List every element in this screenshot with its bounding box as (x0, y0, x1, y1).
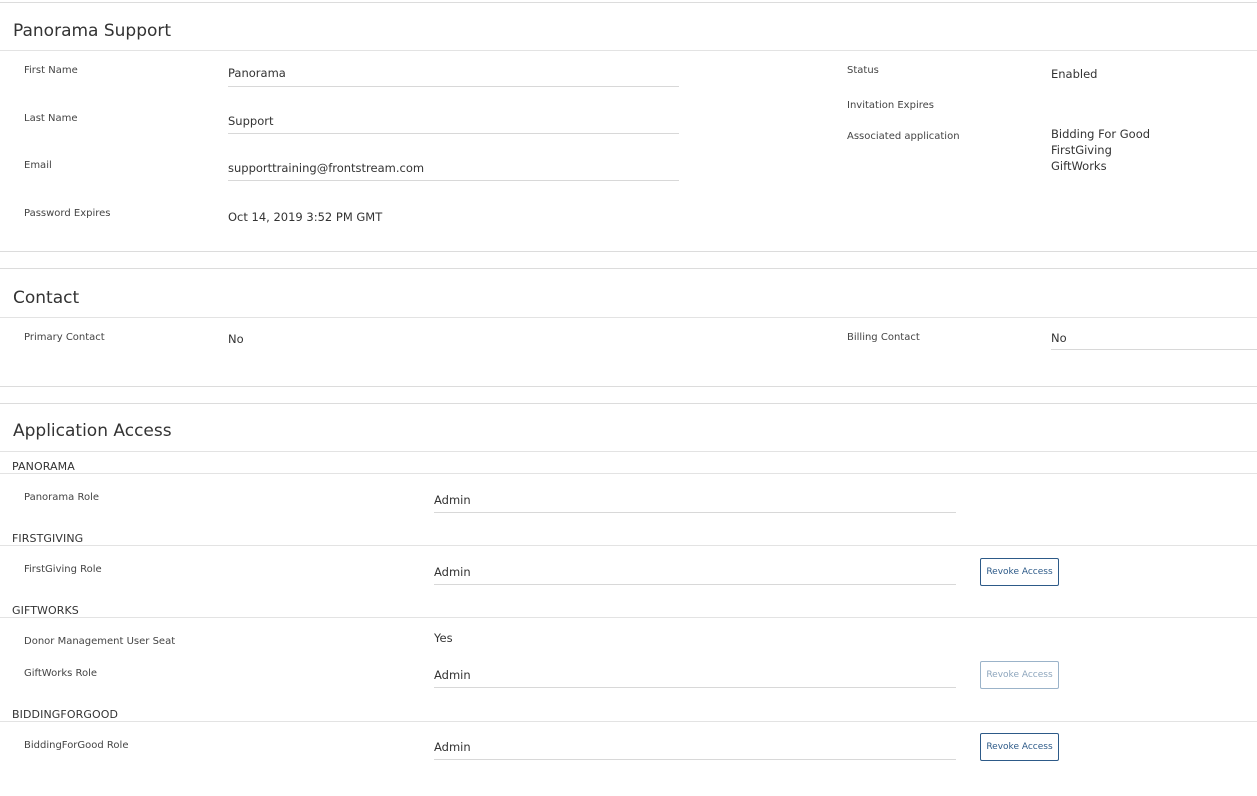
firstgiving-role-underline (434, 584, 956, 585)
billing-contact-underline (1051, 349, 1257, 350)
firstgiving-section-line (0, 545, 1257, 546)
primary-contact-value: No (228, 332, 244, 346)
contact-divider (0, 317, 1257, 318)
associated-app-item: GiftWorks (1051, 159, 1107, 173)
donor-management-seat-value: Yes (434, 631, 453, 645)
donor-management-seat-label: Donor Management User Seat (24, 636, 176, 647)
biddingforgood-role-select[interactable]: Admin (434, 740, 471, 754)
application-access-panel: Application Access PANORAMA Panorama Rol… (0, 403, 1257, 796)
giftworks-section-line (0, 617, 1257, 618)
giftworks-section-header: GIFTWORKS (12, 604, 79, 617)
biddingforgood-section-header: BIDDINGFORGOOD (12, 708, 119, 721)
first-name-label: First Name (24, 65, 78, 76)
first-name-underline (228, 86, 679, 87)
biddingforgood-role-label: BiddingForGood Role (24, 740, 129, 751)
first-name-field[interactable]: Panorama (228, 66, 286, 80)
biddingforgood-section-line (0, 721, 1257, 722)
associated-app-item: FirstGiving (1051, 143, 1112, 157)
profile-divider (0, 50, 1257, 51)
application-access-title: Application Access (13, 421, 172, 441)
giftworks-revoke-access-button[interactable]: Revoke Access (980, 661, 1059, 689)
associated-app-item: Bidding For Good (1051, 127, 1151, 141)
panorama-section-header: PANORAMA (12, 460, 75, 473)
primary-contact-label: Primary Contact (24, 332, 105, 343)
giftworks-role-select[interactable]: Admin (434, 668, 471, 682)
last-name-field[interactable]: Support (228, 114, 273, 128)
biddingforgood-role-underline (434, 759, 956, 760)
password-expires-value: Oct 14, 2019 3:52 PM GMT (228, 210, 383, 224)
biddingforgood-revoke-access-button[interactable]: Revoke Access (980, 733, 1059, 761)
panorama-role-label: Panorama Role (24, 492, 99, 503)
panorama-role-select[interactable]: Admin (434, 493, 471, 507)
panorama-section-line (0, 473, 1257, 474)
contact-panel: Contact Primary Contact No Billing Conta… (0, 268, 1257, 387)
last-name-underline (228, 133, 679, 134)
billing-contact-field[interactable]: No (1051, 331, 1067, 345)
application-access-divider (0, 451, 1257, 452)
firstgiving-role-select[interactable]: Admin (434, 565, 471, 579)
contact-title: Contact (13, 288, 80, 308)
firstgiving-revoke-access-button[interactable]: Revoke Access (980, 558, 1059, 586)
giftworks-role-label: GiftWorks Role (24, 668, 98, 679)
panorama-role-underline (434, 512, 956, 513)
associated-app-label: Associated application (847, 131, 960, 142)
firstgiving-role-label: FirstGiving Role (24, 564, 102, 575)
last-name-label: Last Name (24, 113, 78, 124)
email-label: Email (24, 160, 52, 171)
profile-title: Panorama Support (13, 21, 172, 41)
email-field[interactable]: supporttraining@frontstream.com (228, 161, 424, 175)
invitation-expires-label: Invitation Expires (847, 100, 934, 111)
status-value: Enabled (1051, 67, 1098, 81)
status-label: Status (847, 65, 879, 76)
billing-contact-label: Billing Contact (847, 332, 920, 343)
email-underline (228, 180, 679, 181)
password-expires-label: Password Expires (24, 208, 111, 219)
giftworks-role-underline (434, 687, 956, 688)
profile-panel: Panorama Support First Name Panorama Las… (0, 2, 1257, 252)
firstgiving-section-header: FIRSTGIVING (12, 532, 84, 545)
